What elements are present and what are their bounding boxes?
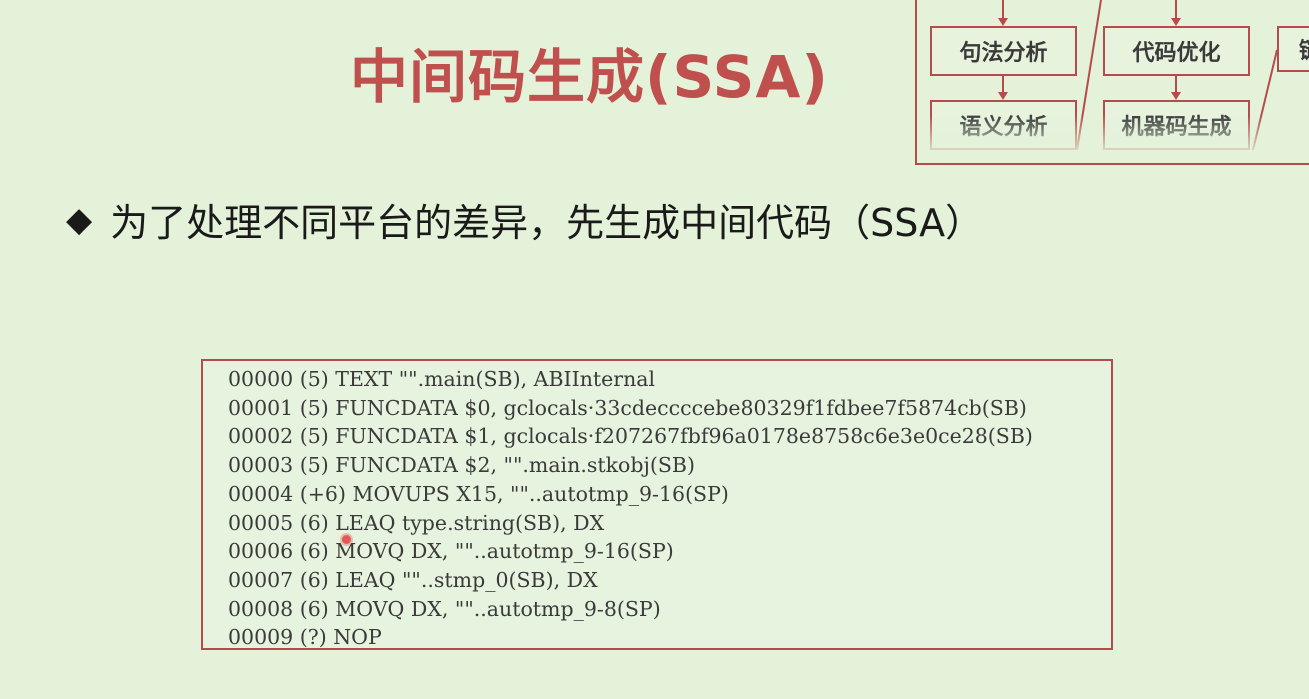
flow-box-syntax-analysis: 句法分析	[930, 26, 1077, 76]
flow-box-code-optimization: 代码优化	[1103, 26, 1250, 76]
slide-title: 中间码生成(SSA)	[350, 43, 829, 111]
code-line: 00003 (5) FUNCDATA $2, "".main.stkobj(SB…	[228, 453, 695, 478]
code-line: 00008 (6) MOVQ DX, ""..autotmp_9-8(SP)	[228, 596, 661, 621]
slide: 中间码生成(SSA) 句法分析 代码优化 语义分析 机器码生成 链 ◆ 为了处理…	[0, 0, 1309, 699]
flow-box-machine-code-generation: 机器码生成	[1103, 100, 1250, 150]
flow-box-linking: 链	[1277, 26, 1309, 72]
code-line: 00000 (5) TEXT "".main(SB), ABIInternal	[228, 367, 656, 391]
bullet-text: 为了处理不同平台的差异，先生成中间代码（SSA）	[110, 201, 984, 245]
compiler-flowchart: 句法分析 代码优化 语义分析 机器码生成 链	[915, 0, 1309, 165]
pointer-cursor-icon	[342, 535, 351, 544]
code-line: 00002 (5) FUNCDATA $1, gclocals·f207267f…	[228, 424, 1033, 449]
code-line: 00005 (6) LEAQ type.string(SB), DX	[228, 510, 605, 535]
code-line: 00007 (6) LEAQ ""..stmp_0(SB), DX	[228, 567, 598, 592]
code-line: 00009 (?) NOP	[228, 625, 382, 650]
ssa-code-block: 00000 (5) TEXT "".main(SB), ABIInternal …	[201, 359, 1113, 650]
diamond-bullet-icon: ◆	[66, 199, 93, 240]
flow-box-semantic-analysis: 语义分析	[930, 100, 1077, 150]
code-line: 00004 (+6) MOVUPS X15, ""..autotmp_9-16(…	[228, 481, 729, 506]
code-line: 00001 (5) FUNCDATA $0, gclocals·33cdeccc…	[228, 395, 1027, 420]
code-line: 00006 (6) MOVQ DX, ""..autotmp_9-16(SP)	[228, 539, 674, 564]
bullet-row: ◆ 为了处理不同平台的差异，先生成中间代码（SSA）	[66, 192, 983, 247]
